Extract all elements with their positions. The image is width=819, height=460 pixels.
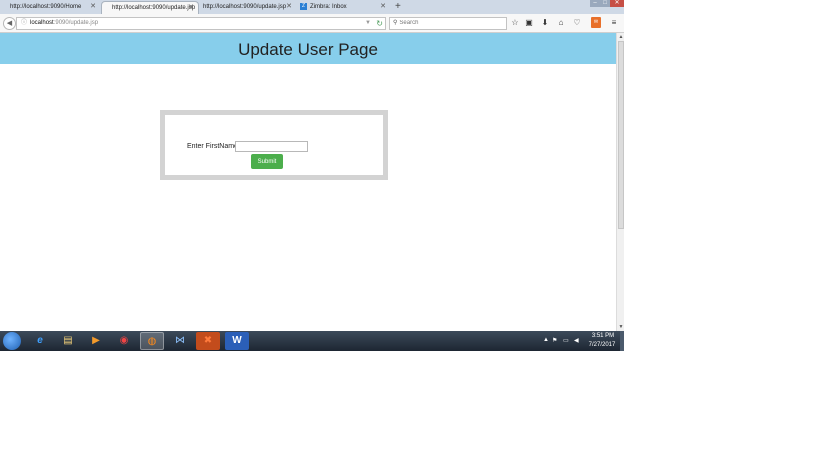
home-icon[interactable]: ⌂ (556, 17, 566, 28)
url-host: localhost (30, 20, 54, 26)
update-form: Enter FirstName Submit (160, 110, 388, 180)
maximize-icon[interactable]: □ (600, 0, 610, 7)
url-path: :9090/update.jsp (53, 20, 99, 26)
taskbar: e ▤ ▶ ◉ ◍ ⋈ ✖ W ▲ ⚑ ▭ ◀ 3:51 PM 7/27/201… (0, 331, 624, 351)
search-bar[interactable]: ⚲ (389, 17, 507, 30)
tab-label: http://localhost:9090/Home (10, 4, 82, 10)
tab-label: http://localhost:9090/update.jsp (203, 4, 287, 10)
search-icon: ⚲ (393, 20, 398, 26)
network-icon[interactable]: ▭ (563, 337, 569, 344)
page-content: Update User Page Enter FirstName Submit (0, 33, 616, 331)
start-button[interactable] (3, 332, 21, 350)
tab-update[interactable]: http://localhost:9090/update.jsp ✕ (200, 1, 296, 14)
tab-label: Zimbra: Inbox (310, 4, 347, 10)
close-window-icon[interactable]: ✕ (610, 0, 624, 7)
word-icon[interactable]: W (225, 332, 249, 350)
clock-date[interactable]: 7/27/2017 (586, 342, 618, 348)
new-tab-button[interactable]: + (395, 1, 401, 13)
reload-icon[interactable]: ↻ (376, 18, 383, 29)
firstname-label: Enter FirstName (187, 143, 238, 150)
volume-icon[interactable]: ◀ (574, 337, 579, 344)
clipboard-icon[interactable]: ▣ (524, 17, 534, 28)
close-tab-icon[interactable]: ✕ (188, 2, 194, 14)
tab-update-active[interactable]: http://localhost:9090/update.jsp ✕ (101, 1, 199, 14)
page-header: Update User Page (0, 33, 616, 64)
tab-home[interactable]: http://localhost:9090/Home ✕ (0, 1, 100, 14)
clock-time[interactable]: 3:51 PM (588, 333, 618, 339)
vertical-scrollbar[interactable]: ▲ ▼ (616, 33, 624, 331)
bookmark-star-icon[interactable]: ☆ (510, 17, 520, 28)
addon-icon[interactable]: ✉ (591, 17, 601, 28)
chevron-down-icon[interactable]: ▼ (365, 18, 371, 29)
page-title: Update User Page (238, 40, 378, 59)
scroll-up-icon[interactable]: ▲ (617, 33, 624, 41)
internet-explorer-icon[interactable]: e (28, 332, 52, 350)
pocket-icon[interactable]: ♡ (572, 17, 582, 28)
firstname-input[interactable] (235, 141, 308, 152)
search-input[interactable] (399, 20, 490, 26)
file-explorer-icon[interactable]: ▤ (56, 332, 80, 350)
visual-studio-icon[interactable]: ⋈ (168, 332, 192, 350)
screen: http://localhost:9090/Home ✕ http://loca… (0, 0, 624, 351)
close-tab-icon[interactable]: ✕ (90, 1, 96, 13)
submit-button[interactable]: Submit (251, 154, 283, 169)
navigation-toolbar: ◀ ⓘlocalhost:9090/update.jsp ▼ ↻ ⚲ ☆ ▣ ⬇… (0, 14, 624, 33)
url-bar[interactable]: ⓘ localhost:9090/update.jsp ▼ ↻ (16, 17, 386, 30)
xampp-icon[interactable]: ✖ (196, 332, 220, 350)
scroll-thumb[interactable] (618, 41, 624, 229)
firefox-icon[interactable]: ◍ (140, 332, 164, 350)
scroll-down-icon[interactable]: ▼ (617, 323, 624, 331)
info-icon[interactable]: ⓘ (21, 18, 27, 29)
tab-zimbra[interactable]: Z Zimbra: Inbox ✕ (297, 1, 390, 14)
window-controls: – □ ✕ (590, 0, 624, 8)
chrome-icon[interactable]: ◉ (112, 332, 136, 350)
zimbra-icon: Z (300, 2, 307, 10)
media-player-icon[interactable]: ▶ (84, 332, 108, 350)
minimize-icon[interactable]: – (590, 0, 600, 7)
tab-strip: http://localhost:9090/Home ✕ http://loca… (0, 0, 624, 14)
close-tab-icon[interactable]: ✕ (286, 1, 292, 13)
flag-icon[interactable]: ⚑ (552, 337, 557, 344)
download-icon[interactable]: ⬇ (540, 17, 550, 28)
menu-icon[interactable]: ≡ (609, 17, 619, 28)
tab-label: http://localhost:9090/update.jsp (112, 5, 196, 11)
back-button[interactable]: ◀ (3, 17, 16, 30)
show-desktop-button[interactable] (620, 331, 624, 351)
show-hidden-icons-icon[interactable]: ▲ (543, 337, 549, 343)
close-tab-icon[interactable]: ✕ (380, 1, 386, 13)
